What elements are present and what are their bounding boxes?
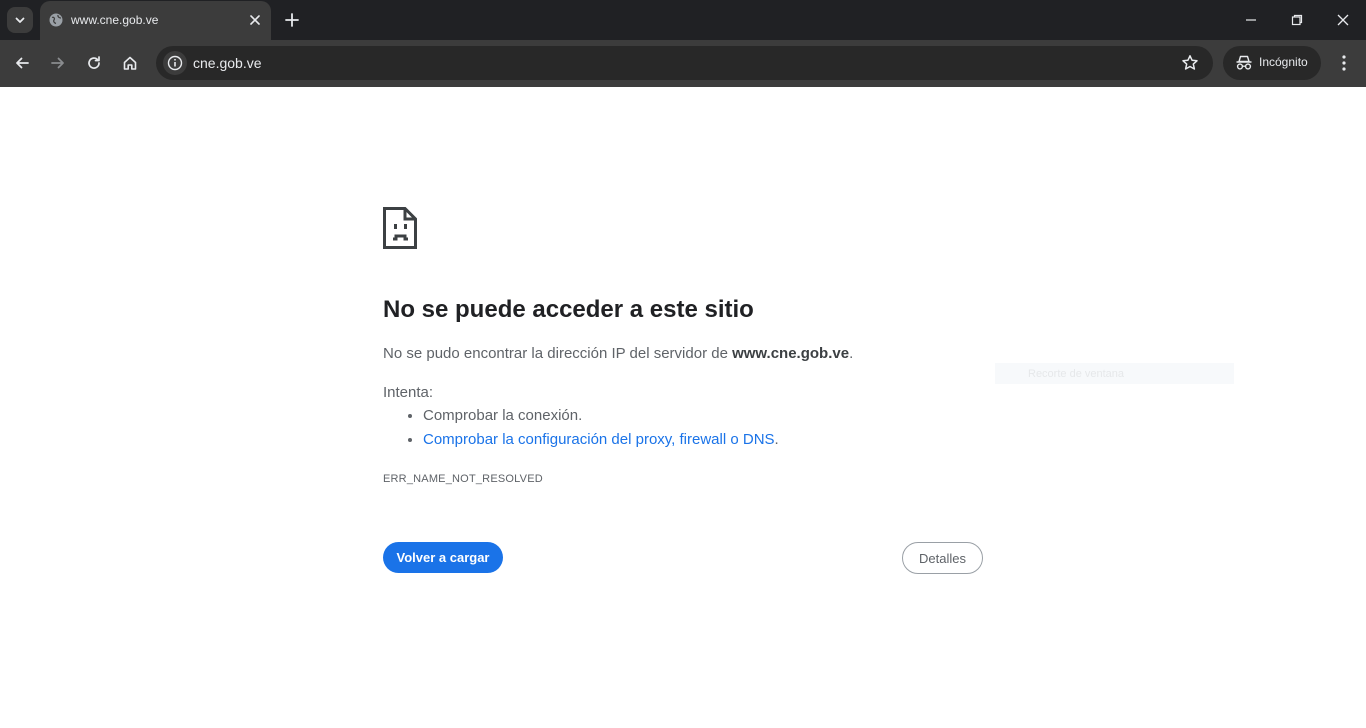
error-description: No se pudo encontrar la dirección IP del… bbox=[383, 345, 853, 362]
error-heading: No se puede acceder a este sitio bbox=[383, 296, 754, 323]
star-icon[interactable] bbox=[1181, 54, 1199, 72]
browser-menu-button[interactable] bbox=[1334, 52, 1354, 74]
details-button[interactable]: Detalles bbox=[902, 542, 983, 574]
incognito-icon bbox=[1236, 55, 1252, 70]
suggestion-check-connection: Comprobar la conexión. bbox=[423, 407, 583, 424]
incognito-indicator[interactable]: Incógnito bbox=[1223, 46, 1321, 80]
reload-button[interactable] bbox=[83, 52, 105, 74]
browser-tab[interactable]: www.cne.gob.ve bbox=[40, 1, 271, 40]
error-code: ERR_NAME_NOT_RESOLVED bbox=[383, 473, 543, 485]
minimize-button[interactable] bbox=[1241, 10, 1261, 30]
minimize-icon bbox=[1246, 19, 1256, 21]
site-info-button[interactable] bbox=[163, 51, 187, 75]
restore-button[interactable] bbox=[1287, 10, 1307, 30]
window-snip-overlay: Recorte de ventana bbox=[995, 363, 1234, 384]
list-item: Comprobar la configuración del proxy, fi… bbox=[423, 431, 779, 455]
home-button[interactable] bbox=[119, 52, 141, 74]
toolbar: cne.gob.ve Incógnito bbox=[0, 40, 1366, 87]
info-icon bbox=[167, 55, 183, 71]
home-icon bbox=[123, 56, 137, 70]
sad-document-icon bbox=[383, 207, 417, 249]
chevron-down-icon bbox=[15, 17, 25, 23]
restore-icon bbox=[1291, 14, 1303, 26]
suggestions-label: Intenta: bbox=[383, 384, 434, 401]
globe-icon bbox=[49, 13, 63, 27]
list-item: Comprobar la conexión. bbox=[423, 407, 779, 431]
proxy-firewall-dns-link[interactable]: Comprobar la configuración del proxy, fi… bbox=[423, 431, 775, 448]
tab-strip: www.cne.gob.ve bbox=[0, 0, 1366, 40]
url-text[interactable]: cne.gob.ve bbox=[193, 55, 262, 71]
arrow-left-icon bbox=[16, 57, 29, 69]
forward-button[interactable] bbox=[47, 52, 69, 74]
close-icon bbox=[1337, 14, 1349, 26]
reload-icon bbox=[88, 56, 100, 69]
error-description-end: . bbox=[849, 345, 854, 362]
address-bar[interactable]: cne.gob.ve bbox=[156, 46, 1213, 80]
reload-page-button[interactable]: Volver a cargar bbox=[383, 542, 503, 573]
error-description-text: No se pudo encontrar la dirección IP del… bbox=[383, 345, 733, 362]
back-button[interactable] bbox=[11, 52, 33, 74]
tab-search-button[interactable] bbox=[7, 7, 33, 33]
new-tab-icon[interactable] bbox=[283, 11, 301, 29]
error-host: www.cne.gob.ve bbox=[732, 345, 850, 362]
window-close-button[interactable] bbox=[1333, 10, 1353, 30]
suggestion-suffix: . bbox=[774, 431, 779, 448]
arrow-right-icon bbox=[51, 57, 64, 69]
overlay-text: Recorte de ventana bbox=[1028, 367, 1125, 380]
tab-title: www.cne.gob.ve bbox=[71, 13, 159, 27]
close-icon[interactable] bbox=[248, 13, 262, 27]
incognito-label: Incógnito bbox=[1259, 55, 1308, 69]
more-vertical-icon bbox=[1342, 55, 1346, 71]
suggestions-list: Comprobar la conexión. Comprobar la conf… bbox=[383, 407, 779, 455]
page-content: No se puede acceder a este sitio No se p… bbox=[0, 87, 1366, 728]
